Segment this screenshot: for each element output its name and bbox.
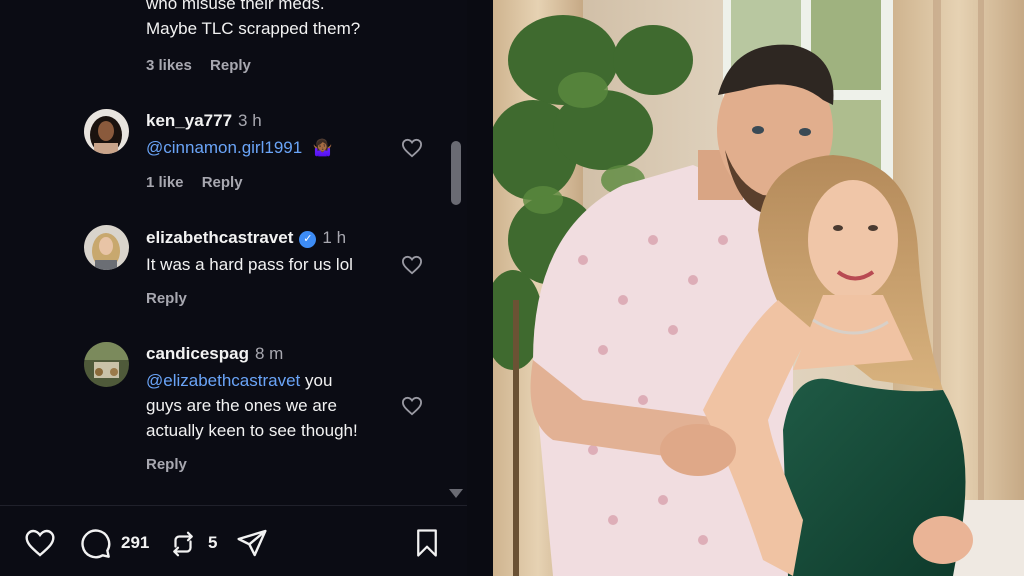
comment-meta: 3 likes Reply bbox=[146, 57, 416, 74]
comment-text-line: guys are the ones we are bbox=[146, 396, 337, 415]
bookmark-icon[interactable] bbox=[414, 528, 440, 563]
comment-item: who misuse their meds. Maybe TLC scrappe… bbox=[0, 0, 445, 90]
comment-mention[interactable]: @elizabethcastravet bbox=[146, 371, 300, 390]
comment-username[interactable]: ken_ya777 bbox=[146, 111, 232, 130]
scrollbar-thumb[interactable] bbox=[451, 141, 461, 205]
reply-button[interactable]: Reply bbox=[146, 456, 187, 473]
comment-text: you bbox=[305, 371, 333, 390]
avatar[interactable] bbox=[84, 342, 129, 387]
comment-time: 1 h bbox=[322, 228, 347, 247]
like-heart-icon[interactable] bbox=[24, 528, 56, 563]
comment-icon[interactable] bbox=[80, 528, 112, 565]
share-icon[interactable] bbox=[236, 528, 268, 563]
comment-text-line: who misuse their meds. bbox=[146, 0, 325, 13]
avatar[interactable] bbox=[84, 109, 129, 154]
comment-meta: 1 like Reply bbox=[146, 174, 416, 191]
comment-item: ken_ya777 3 h @cinnamon.girl1991 🤷🏾‍♀️ 1 … bbox=[0, 105, 445, 205]
comment-mention[interactable]: @cinnamon.girl1991 bbox=[146, 138, 302, 157]
comment-text-line: Maybe TLC scrapped them? bbox=[146, 19, 361, 38]
avatar[interactable] bbox=[84, 225, 129, 270]
scroll-down-arrow-icon[interactable] bbox=[449, 489, 463, 498]
likes-count[interactable]: 3 likes bbox=[146, 57, 192, 74]
comment-emoji: 🤷🏾‍♀️ bbox=[312, 140, 333, 157]
comment-meta: Reply bbox=[146, 290, 416, 307]
like-comment-heart-icon[interactable] bbox=[401, 255, 423, 275]
reply-button[interactable]: Reply bbox=[202, 174, 243, 191]
comment-username[interactable]: candicespag bbox=[146, 344, 249, 363]
post-action-bar: 291 5 bbox=[0, 506, 467, 576]
verified-icon: ✓ bbox=[299, 231, 317, 248]
reply-button[interactable]: Reply bbox=[210, 57, 251, 74]
scrollbar-track[interactable] bbox=[445, 0, 467, 505]
comment-meta: Reply bbox=[146, 456, 416, 473]
panel-gap bbox=[467, 0, 493, 576]
comments-list[interactable]: who misuse their meds. Maybe TLC scrappe… bbox=[0, 0, 445, 505]
repost-count: 5 bbox=[208, 533, 218, 552]
comment-text: It was a hard pass for us lol bbox=[146, 255, 353, 274]
comment-item: candicespag 8 m @elizabethcastravet you g… bbox=[0, 340, 445, 490]
reply-button[interactable]: Reply bbox=[146, 290, 187, 307]
comments-panel: who misuse their meds. Maybe TLC scrappe… bbox=[0, 0, 467, 576]
likes-count[interactable]: 1 like bbox=[146, 174, 184, 191]
comment-item: elizabethcastravet ✓ 1 h It was a hard pas… bbox=[0, 222, 445, 322]
comment-time: 3 h bbox=[238, 111, 262, 130]
repost-icon[interactable] bbox=[168, 528, 198, 565]
like-comment-heart-icon[interactable] bbox=[401, 138, 423, 158]
comment-time: 8 m bbox=[255, 344, 284, 363]
comment-text-line: actually keen to see though! bbox=[146, 421, 358, 440]
post-photo[interactable] bbox=[493, 0, 1024, 576]
comment-count: 291 bbox=[121, 533, 150, 552]
like-comment-heart-icon[interactable] bbox=[401, 396, 423, 416]
comment-username[interactable]: elizabethcastravet bbox=[146, 228, 293, 247]
